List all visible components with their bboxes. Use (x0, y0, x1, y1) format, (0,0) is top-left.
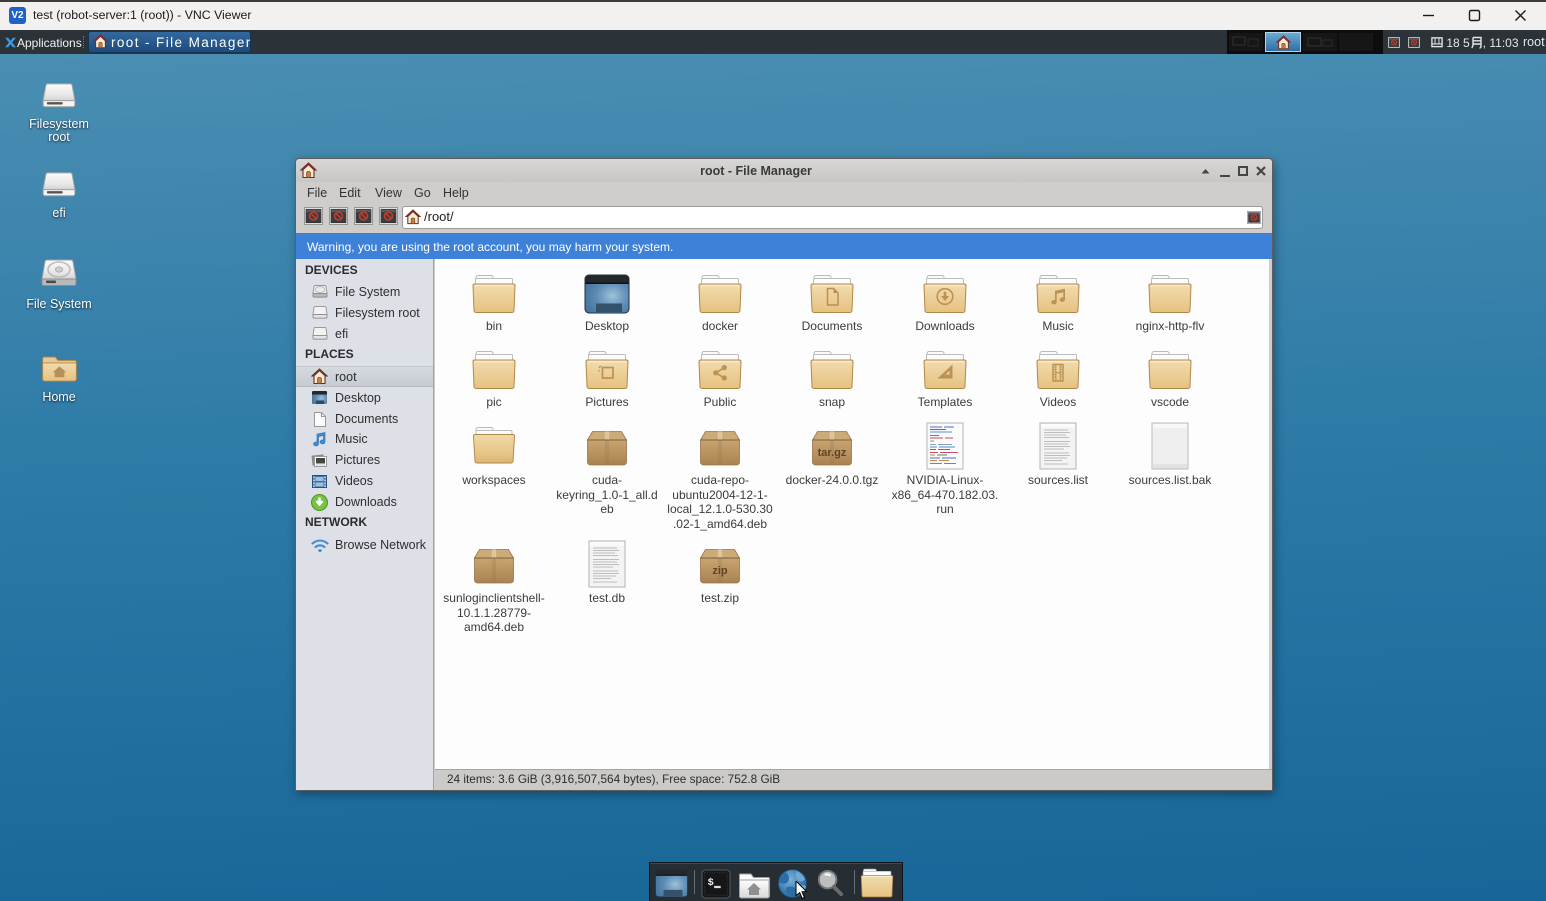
svg-text:zip: zip (712, 565, 728, 577)
svg-text:tar.gz: tar.gz (818, 447, 847, 459)
